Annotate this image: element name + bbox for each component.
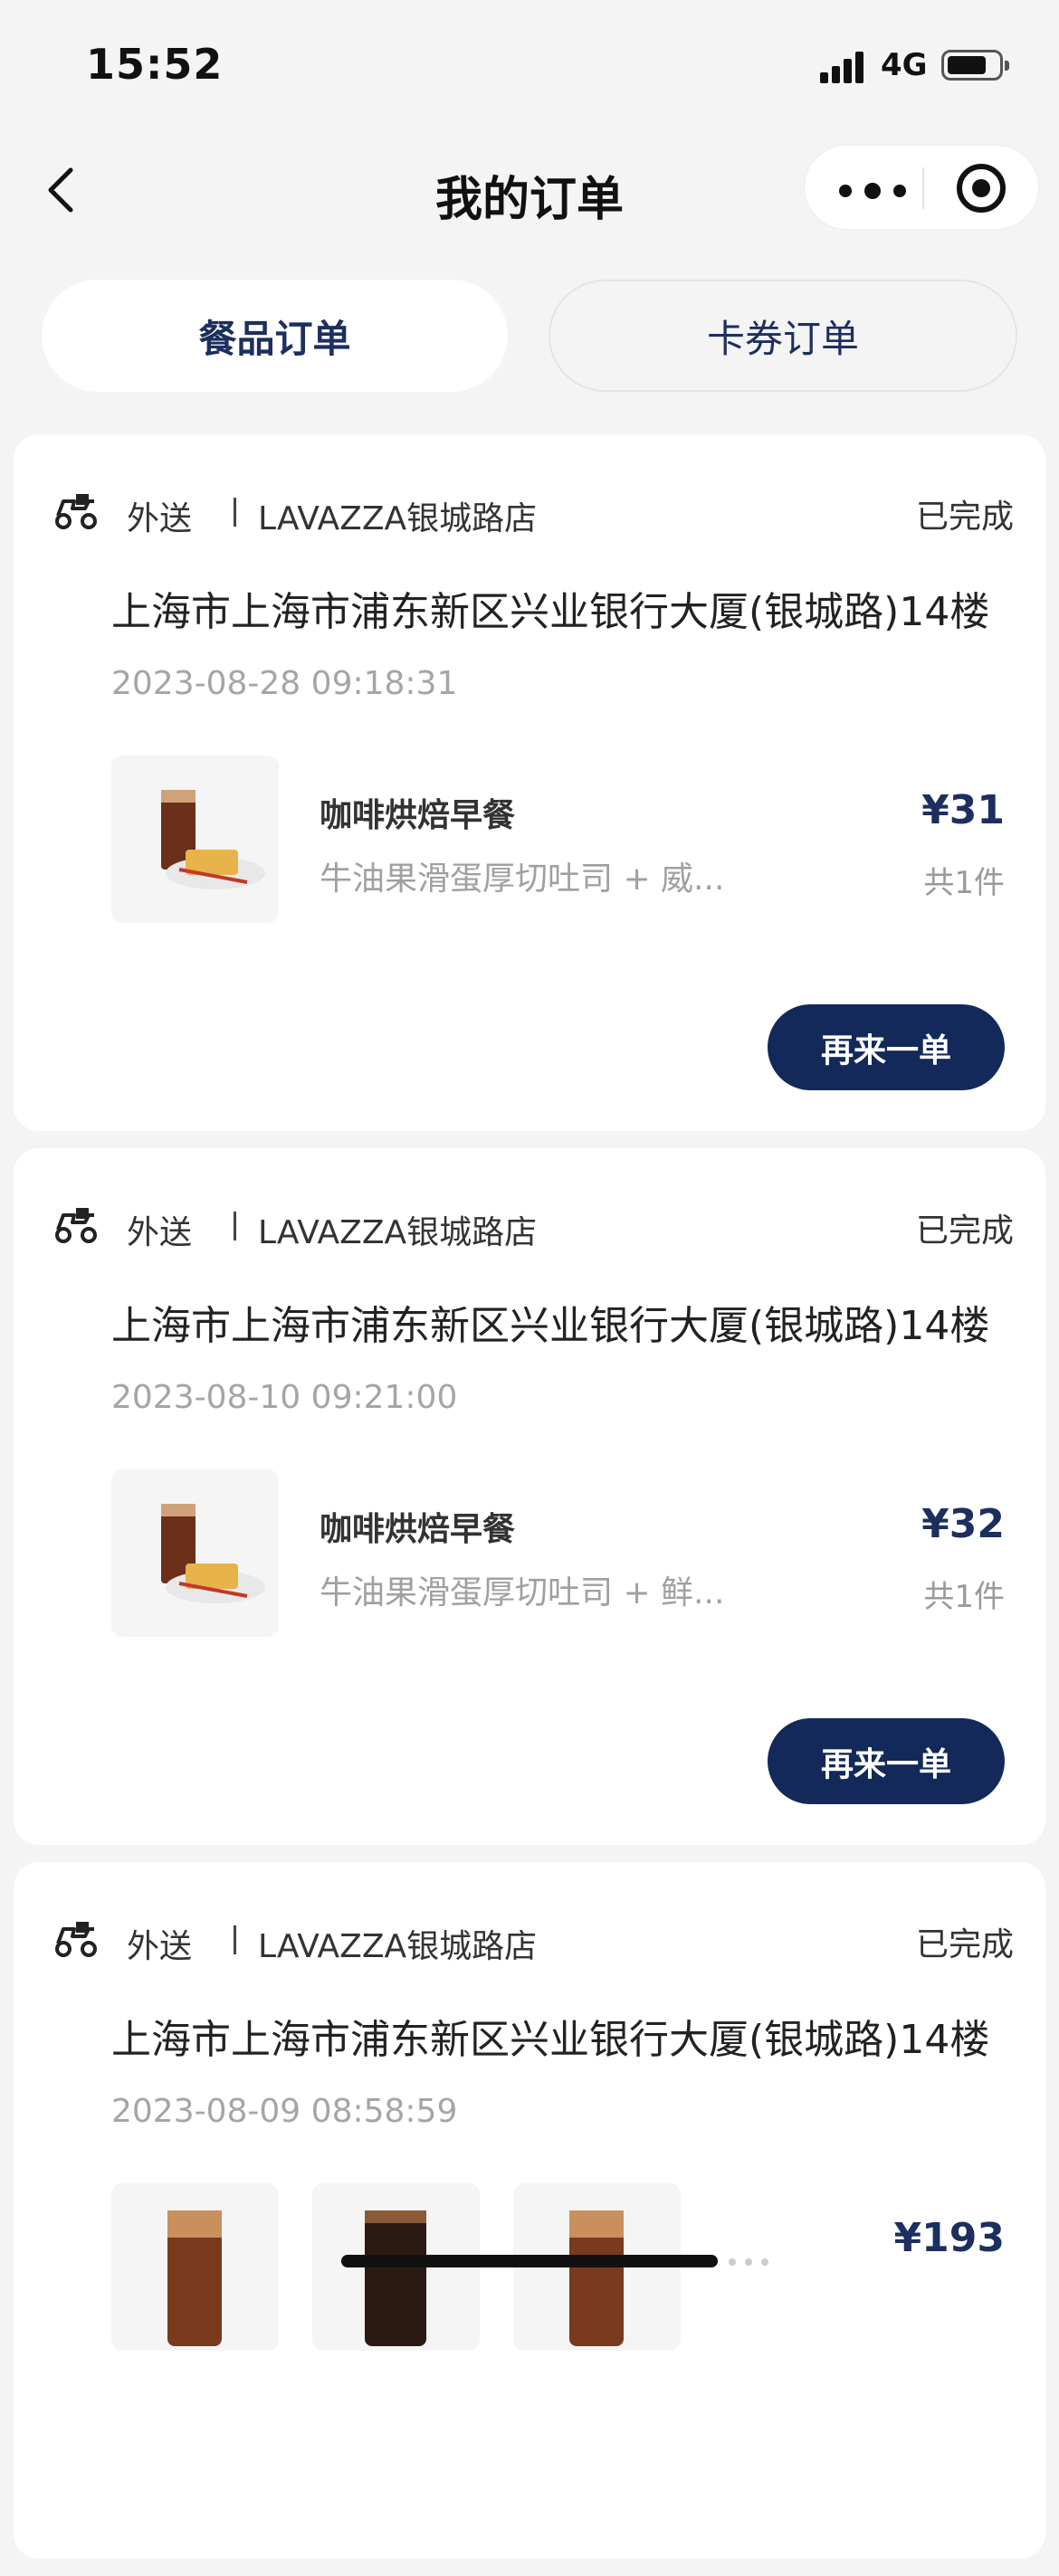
order-time: 2023-08-28 09:18:31 — [111, 665, 458, 702]
order-price: ¥31 — [921, 787, 1005, 833]
status-bar: 15:52 4G — [0, 0, 1059, 127]
order-price: ¥32 — [921, 1501, 1005, 1547]
order-status: 已完成 — [915, 499, 1014, 536]
tab-meal-orders[interactable]: 餐品订单 — [42, 280, 508, 392]
item-count: 共1件 — [923, 865, 1005, 901]
header-divider — [234, 1925, 236, 1954]
reorder-button[interactable]: 再来一单 — [768, 1718, 1005, 1804]
order-time: 2023-08-10 09:21:00 — [111, 1379, 458, 1416]
order-time: 2023-08-09 08:58:59 — [111, 2093, 458, 2130]
status-time: 15:52 — [86, 40, 224, 89]
order-price: ¥193 — [893, 2215, 1005, 2261]
order-type: 外送 — [127, 1214, 193, 1251]
item-count: 共1件 — [923, 1579, 1005, 1615]
order-status: 已完成 — [915, 1212, 1014, 1250]
item-description: 牛油果滑蛋厚切吐司 + 鲜... — [320, 1574, 725, 1611]
capsule-divider — [922, 167, 924, 209]
item-name: 咖啡烘焙早餐 — [320, 797, 516, 834]
order-tabs: 餐品订单 卡券订单 — [0, 276, 1059, 394]
store-name: LAVAZZA银城路店 — [258, 1928, 538, 1965]
store-name: LAVAZZA银城路店 — [258, 500, 538, 537]
header-divider — [234, 1212, 236, 1240]
battery-icon — [941, 50, 1009, 81]
item-name: 咖啡烘焙早餐 — [320, 1511, 516, 1548]
order-header: 外送 LAVAZZA银城路店 已完成 — [54, 1916, 1014, 1965]
order-card[interactable]: 外送 LAVAZZA银城路店 已完成 上海市上海市浦东新区兴业银行大厦(银城路)… — [14, 1862, 1045, 2559]
product-thumbnail — [111, 1469, 279, 1637]
mini-program-capsule — [804, 145, 1039, 230]
scooter-delivery-icon — [54, 1202, 98, 1246]
signal-icon — [820, 51, 867, 83]
delivery-address: 上海市上海市浦东新区兴业银行大厦(银城路)14楼 — [111, 2017, 990, 2063]
tab-voucher-orders[interactable]: 卡券订单 — [549, 280, 1017, 392]
more-dots-icon[interactable] — [839, 164, 911, 213]
delivery-address: 上海市上海市浦东新区兴业银行大厦(银城路)14楼 — [111, 589, 990, 635]
order-card[interactable]: 外送 LAVAZZA银城路店 已完成 上海市上海市浦东新区兴业银行大厦(银城路)… — [14, 434, 1045, 1131]
header-divider — [234, 498, 236, 527]
order-type: 外送 — [127, 1928, 193, 1965]
order-card[interactable]: 外送 LAVAZZA银城路店 已完成 上海市上海市浦东新区兴业银行大厦(银城路)… — [14, 1148, 1045, 1845]
scooter-delivery-icon — [54, 489, 98, 532]
product-thumbnail — [111, 756, 279, 923]
nav-bar: 我的订单 — [0, 127, 1059, 244]
order-type: 外送 — [127, 500, 193, 537]
product-thumbnail — [111, 2183, 279, 2351]
thumbnail-overflow-dots — [729, 2258, 774, 2266]
network-label: 4G — [881, 47, 928, 83]
reorder-button[interactable]: 再来一单 — [768, 1004, 1005, 1090]
delivery-address: 上海市上海市浦东新区兴业银行大厦(银城路)14楼 — [111, 1303, 990, 1349]
order-header: 外送 LAVAZZA银城路店 已完成 — [54, 1202, 1014, 1251]
order-status: 已完成 — [915, 1926, 1014, 1963]
store-name: LAVAZZA银城路店 — [258, 1214, 538, 1251]
item-description: 牛油果滑蛋厚切吐司 + 威... — [320, 860, 725, 898]
home-indicator[interactable] — [341, 2255, 718, 2267]
scooter-delivery-icon — [54, 1916, 98, 1960]
close-target-icon[interactable] — [957, 164, 1006, 213]
order-header: 外送 LAVAZZA银城路店 已完成 — [54, 489, 1014, 537]
